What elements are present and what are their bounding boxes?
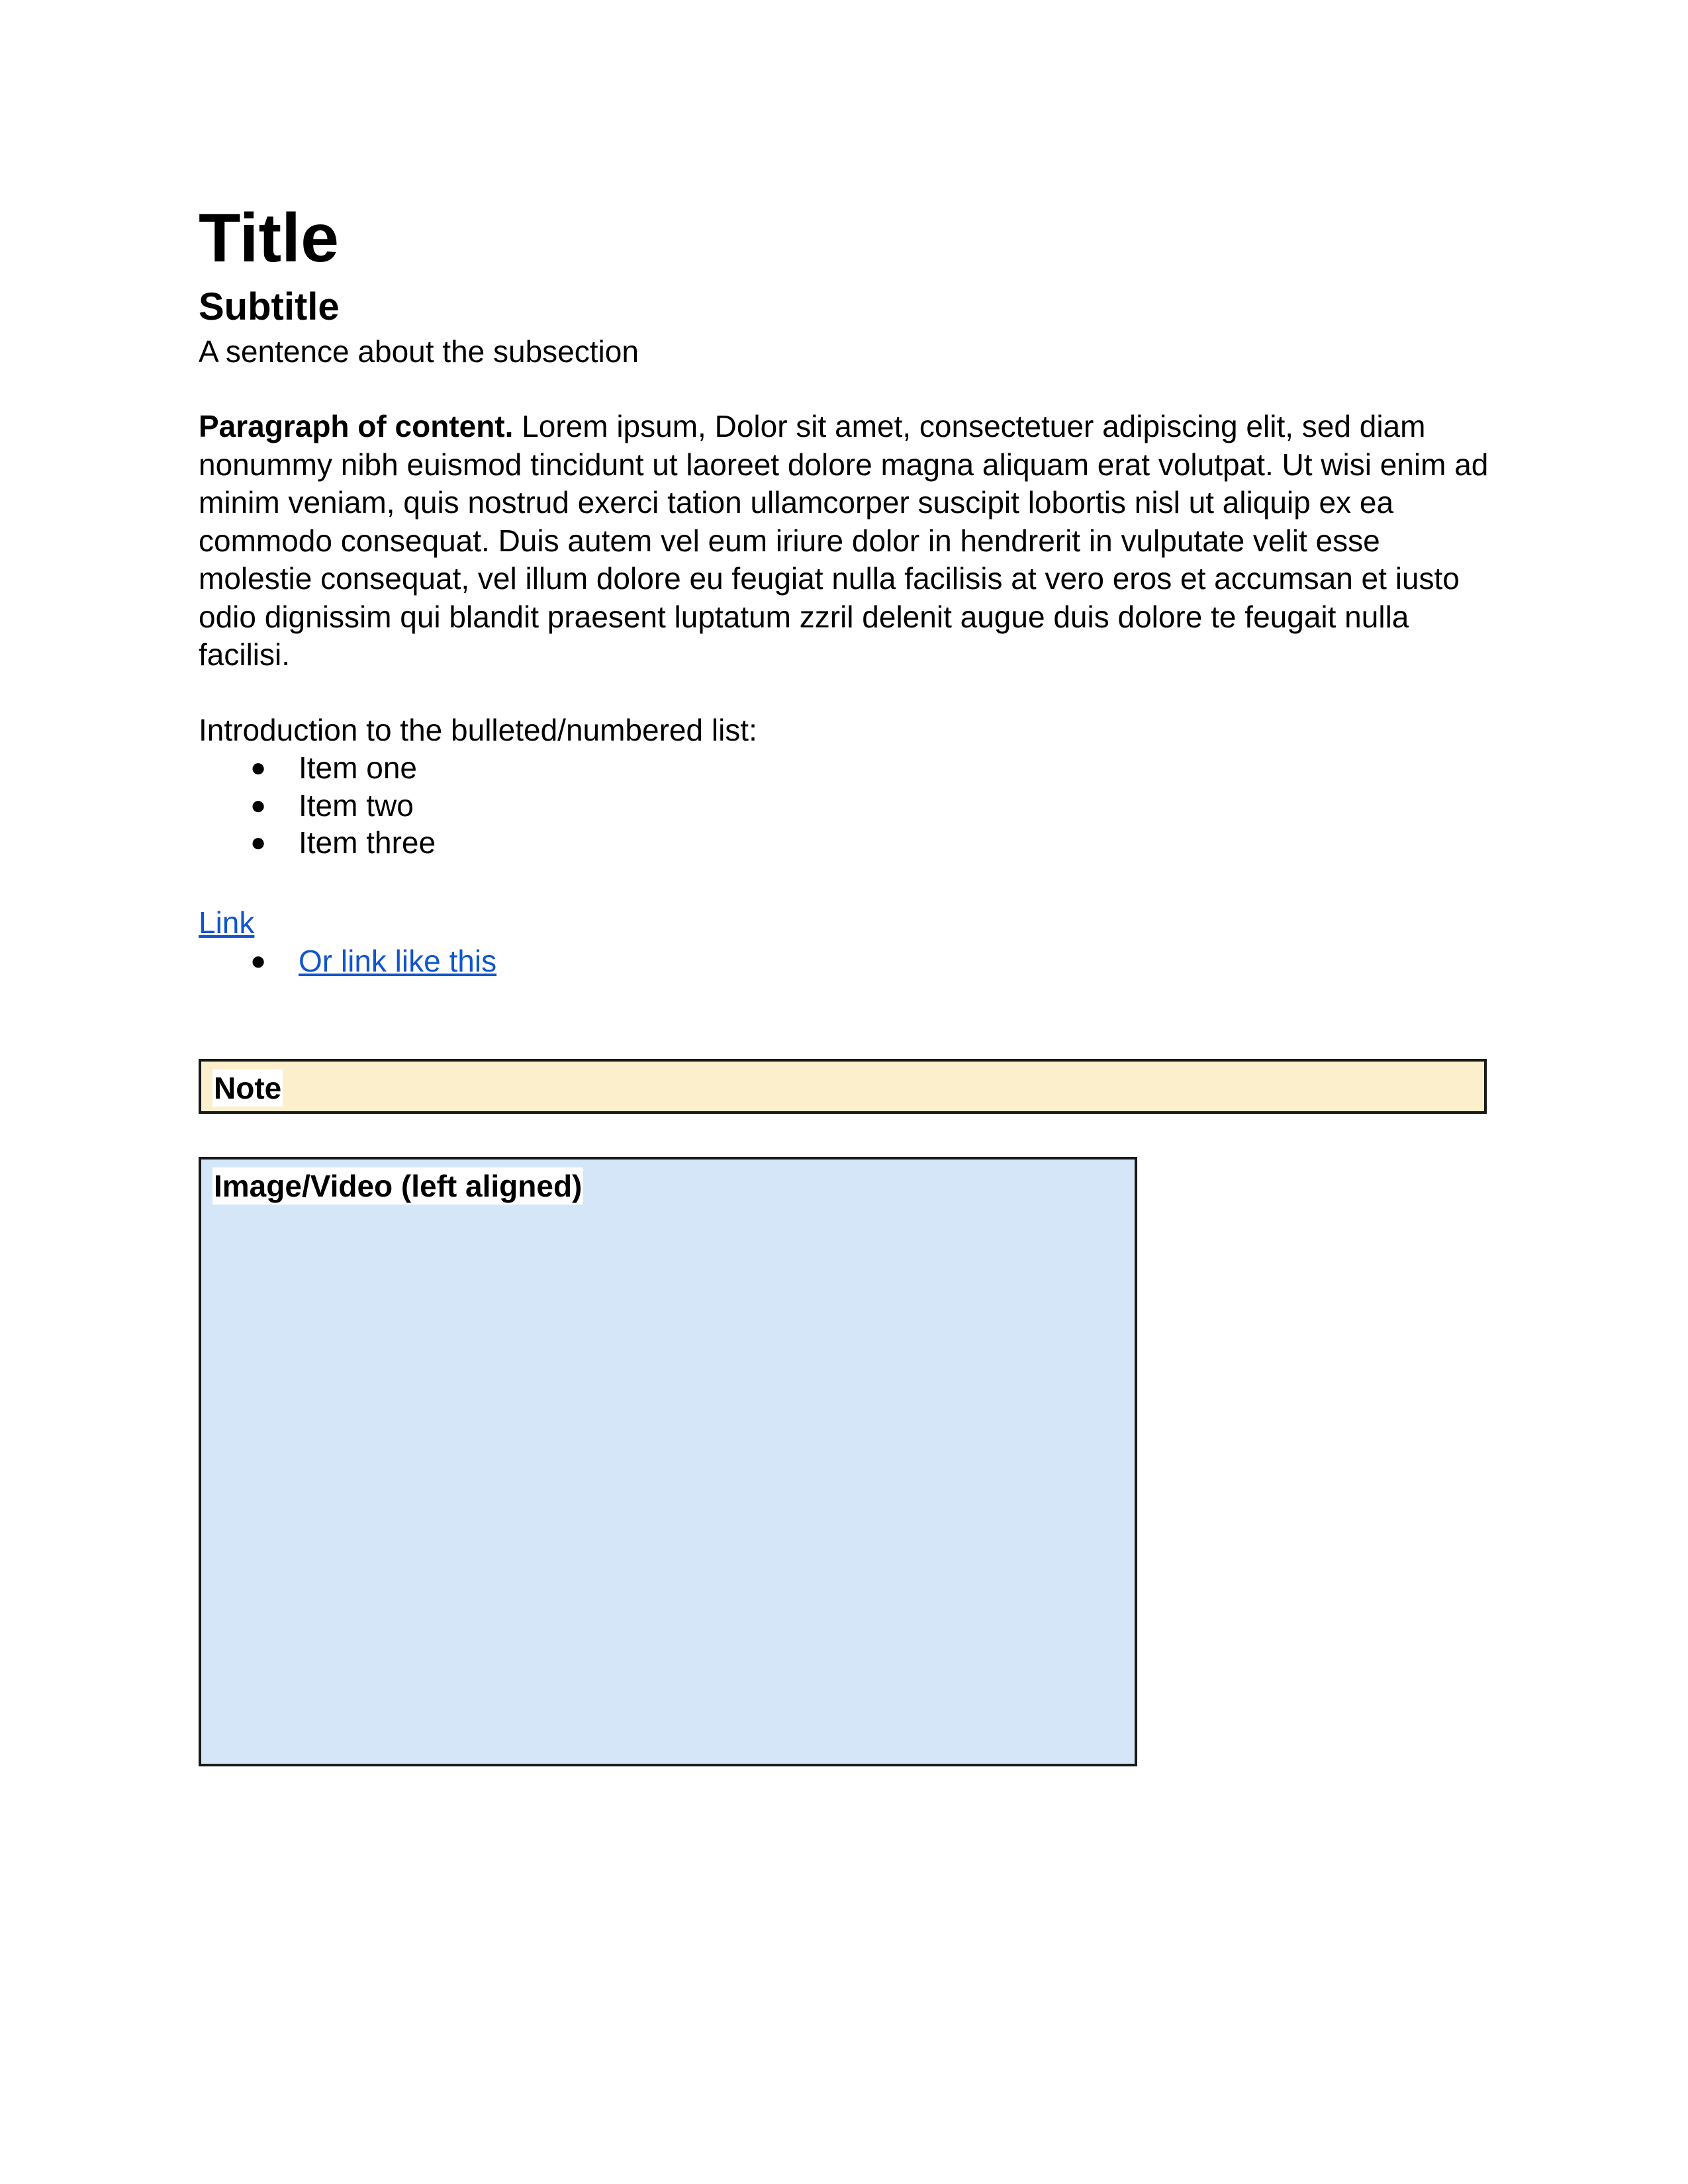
paragraph-line-1-text: Lorem ipsum, Dolor sit amet, consectetue… [513, 409, 1426, 443]
paragraph-line-5: molestie consequat, vel illum dolore eu … [199, 561, 1460, 596]
list-item-label: Item three [299, 825, 436, 860]
bullet-icon: ● [250, 790, 267, 820]
bullet-icon: ● [250, 828, 267, 857]
list-item: ● Item two [199, 787, 436, 825]
list-item: ● Item one [199, 749, 436, 787]
paragraph-line-7: facilisi. [199, 637, 291, 672]
bullet-list: ● Item one ● Item two ● Item three [199, 749, 436, 862]
paragraph-line-1: Paragraph of content. Lorem ipsum, Dolor… [199, 408, 1489, 446]
list-item-label: Item one [299, 751, 417, 785]
note-box: Note [199, 1059, 1487, 1114]
content-paragraph: Paragraph of content. Lorem ipsum, Dolor… [199, 408, 1489, 674]
secondary-link[interactable]: Or link like this [299, 944, 496, 978]
paragraph-lead: Paragraph of content. [199, 409, 514, 443]
list-item: ● Item three [199, 824, 436, 862]
paragraph-line-2: nonummy nibh euismod tincidunt ut laoree… [199, 447, 1489, 482]
note-label: Note [212, 1069, 283, 1107]
list-intro: Introduction to the bulleted/numbered li… [199, 713, 757, 747]
paragraph-line-3: minim veniam, quis nostrud exerci tation… [199, 485, 1394, 520]
image-video-label: Image/Video (left aligned) [212, 1167, 584, 1205]
paragraph-line-4: commodo consequat. Duis autem vel eum ir… [199, 523, 1380, 558]
bullet-icon: ● [250, 946, 267, 976]
paragraph-line-6: odio dignissim qui blandit praesent lupt… [199, 599, 1409, 634]
link-list: ● Or link like this [199, 942, 496, 979]
list-item-label: Item two [299, 788, 414, 823]
document-title: Title [199, 200, 339, 277]
link-list-item: ● Or link like this [199, 942, 496, 979]
subsection-sentence: A sentence about the subsection [199, 334, 639, 369]
bullet-icon: ● [250, 753, 267, 782]
document-subtitle: Subtitle [199, 285, 340, 328]
primary-link[interactable]: Link [199, 904, 254, 941]
image-video-placeholder: Image/Video (left aligned) [199, 1157, 1137, 1766]
